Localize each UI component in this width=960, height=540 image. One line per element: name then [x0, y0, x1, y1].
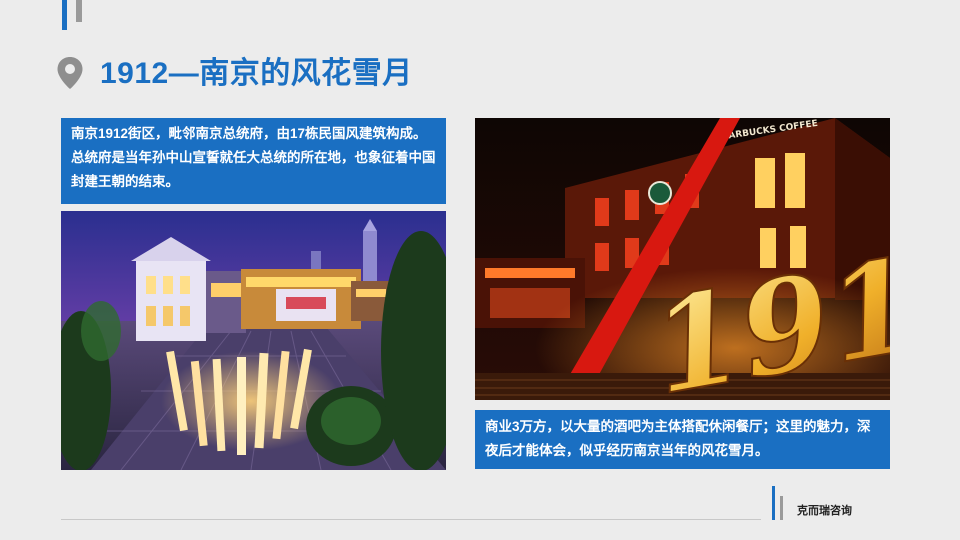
location-pin-icon [57, 57, 83, 89]
detail-text: 商业3万方，以大量的酒吧为主体搭配休闲餐厅；这里的魅力，深夜后才能体会，似乎经历… [485, 419, 871, 458]
footer-accent-bar-gray [780, 496, 783, 520]
footer-divider [61, 519, 761, 520]
footer-accent-bar-blue [772, 486, 775, 520]
top-accent-bar-blue [62, 0, 67, 30]
sculpture-night-photo: STARBUCKS COFFEE 1912 [475, 118, 890, 400]
district-night-plaza-photo [61, 211, 446, 470]
top-accent-bar-gray [76, 0, 82, 22]
brand-label: 克而瑞咨询 [797, 505, 852, 517]
page-title: 1912—南京的风花雪月 [100, 57, 413, 90]
intro-text: 南京1912街区，毗邻南京总统府，由17栋民国风建筑构成。总统府是当年孙中山宣誓… [71, 126, 436, 189]
intro-text-box: 南京1912街区，毗邻南京总统府，由17栋民国风建筑构成。总统府是当年孙中山宣誓… [61, 118, 446, 204]
detail-text-box: 商业3万方，以大量的酒吧为主体搭配休闲餐厅；这里的魅力，深夜后才能体会，似乎经历… [475, 410, 890, 469]
